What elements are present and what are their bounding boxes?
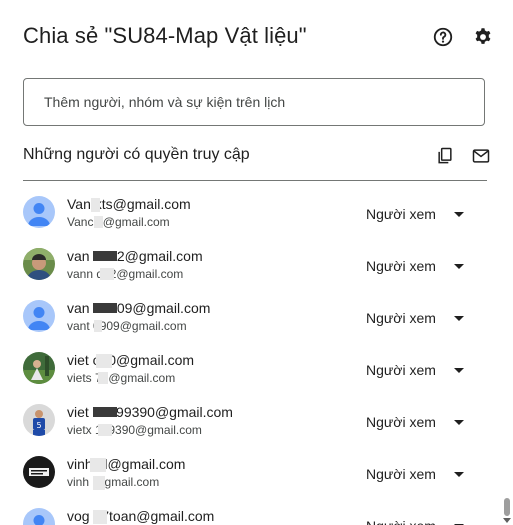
- role-dropdown[interactable]: Người xem: [366, 515, 464, 525]
- redaction: [90, 458, 106, 472]
- list-item: Van kts@gmail.com Vanc s@gmail.com Người…: [0, 181, 500, 233]
- avatar: 5: [23, 404, 55, 436]
- chevron-down-icon: [453, 469, 464, 479]
- list-item: viet o70@gmail.com viets 70@gmail.com Ng…: [0, 337, 500, 389]
- redaction: [93, 476, 105, 490]
- redaction: [93, 407, 117, 417]
- chevron-down-icon: [453, 209, 464, 219]
- list-item: 5 viet en199390@gmail.com vietx 199390@g…: [0, 389, 500, 441]
- redaction: [93, 251, 117, 261]
- add-people-input[interactable]: [24, 79, 484, 125]
- access-section-title: Những người có quyền truy cập: [23, 146, 250, 163]
- role-label: Người xem: [366, 518, 436, 525]
- role-dropdown[interactable]: Người xem: [366, 359, 464, 381]
- role-dropdown[interactable]: Người xem: [366, 255, 464, 277]
- person-email: viet en199390@gmail.com: [67, 404, 233, 420]
- person-email: van hd92@gmail.com: [67, 248, 203, 264]
- share-dialog: Chia sẻ "SU84-Map Vật liệu" Những người …: [0, 0, 513, 525]
- person-email: van n0909@gmail.com: [67, 300, 211, 316]
- chevron-down-icon: [453, 313, 464, 323]
- chevron-down-icon: [453, 365, 464, 375]
- people-list: Van kts@gmail.com Vanc s@gmail.com Người…: [0, 181, 513, 525]
- person-secondary-email: Vanc s@gmail.com: [67, 215, 170, 229]
- chevron-down-icon: [453, 261, 464, 271]
- role-dropdown[interactable]: Người xem: [366, 411, 464, 433]
- avatar: [23, 508, 55, 525]
- redaction: [94, 216, 103, 228]
- svg-text:5: 5: [36, 421, 41, 430]
- list-item: vog 47toan@gmail.com Người xem: [0, 493, 500, 525]
- redaction: [93, 303, 117, 313]
- role-label: Người xem: [366, 414, 436, 430]
- redaction: [98, 424, 112, 436]
- role-dropdown[interactable]: Người xem: [366, 203, 464, 225]
- redaction: [93, 510, 107, 524]
- list-item: van n0909@gmail.com vant 0909@gmail.com …: [0, 285, 500, 337]
- copy-icon[interactable]: [434, 145, 456, 167]
- avatar: [23, 248, 55, 280]
- person-email: Van kts@gmail.com: [67, 196, 191, 212]
- person-secondary-email: viets 70@gmail.com: [67, 371, 176, 385]
- avatar: [23, 352, 55, 384]
- chevron-down-icon: [453, 417, 464, 427]
- redaction: [94, 320, 102, 332]
- scrollbar-thumb[interactable]: [504, 498, 510, 516]
- add-people-field[interactable]: [23, 78, 485, 126]
- person-email: viet o70@gmail.com: [67, 352, 195, 368]
- person-secondary-email: vinh @gmail.com: [67, 475, 160, 489]
- chevron-down-icon: [453, 521, 464, 525]
- role-dropdown[interactable]: Người xem: [366, 307, 464, 329]
- role-dropdown[interactable]: Người xem: [366, 463, 464, 485]
- person-secondary-email: vant 0909@gmail.com: [67, 319, 187, 333]
- role-label: Người xem: [366, 466, 436, 482]
- role-label: Người xem: [366, 258, 436, 274]
- gear-icon[interactable]: [472, 26, 494, 48]
- role-label: Người xem: [366, 362, 436, 378]
- redaction: [96, 354, 112, 368]
- person-secondary-email: vietx 199390@gmail.com: [67, 423, 202, 437]
- role-label: Người xem: [366, 310, 436, 326]
- role-label: Người xem: [366, 206, 436, 222]
- mail-icon[interactable]: [470, 145, 492, 167]
- avatar: [23, 196, 55, 228]
- person-email: vog 47toan@gmail.com: [67, 508, 215, 524]
- person-email: vinh al@gmail.com: [67, 456, 186, 472]
- scroll-down-arrow-icon[interactable]: [503, 518, 511, 523]
- list-item: van hd92@gmail.com vann d92@gmail.com Ng…: [0, 233, 500, 285]
- dialog-title: Chia sẻ "SU84-Map Vật liệu": [23, 23, 307, 48]
- help-circle-icon[interactable]: [432, 26, 454, 48]
- avatar: [23, 300, 55, 332]
- person-secondary-email: vann d92@gmail.com: [67, 267, 184, 281]
- list-item: vinh al@gmail.com vinh @gmail.com Người …: [0, 441, 500, 493]
- redaction: [100, 268, 114, 280]
- redaction: [91, 198, 100, 212]
- redaction: [98, 372, 108, 384]
- avatar: [23, 456, 55, 488]
